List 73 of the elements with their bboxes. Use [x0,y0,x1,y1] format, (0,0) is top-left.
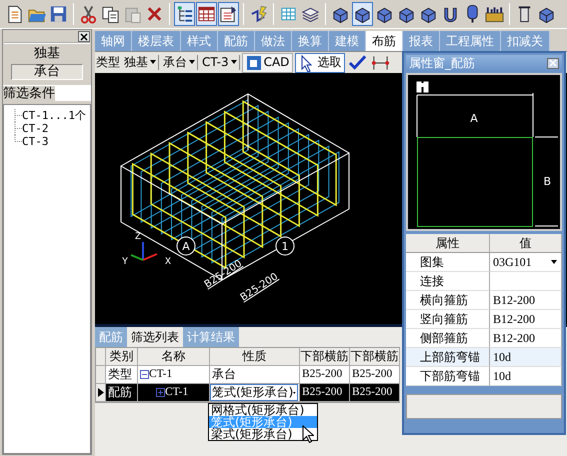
column-header: 名称 [138,348,210,366]
close-button[interactable] [78,31,90,42]
property-name: 图集 [406,253,490,272]
row-header[interactable] [96,384,106,402]
axis-label: X [165,257,172,268]
dropdown-arrow-icon [551,260,557,264]
combo-box[interactable]: 承台 [161,55,198,70]
collapse-icon[interactable] [140,370,149,379]
toolbar-button[interactable]: CAD [242,52,294,72]
copy-icon [101,4,120,24]
grid-marker: 1 [276,236,294,256]
dropdown-arrow-icon [230,60,237,64]
toolbar-button[interactable] [352,2,373,26]
tree-item[interactable]: CT-3 [22,134,48,148]
property-name: 上部筋弯锚 [406,348,490,367]
toolbar-button[interactable] [174,2,195,26]
column-header: 值 [490,234,562,253]
lightning-icon [249,4,268,24]
dropdown-arrow-icon [189,60,195,64]
toolbar-button[interactable] [196,2,217,26]
axis-indicator-drawing [130,242,158,261]
select-field[interactable]: 03G101 [490,253,562,272]
expand-icon[interactable] [156,388,165,397]
table-icon [197,4,216,24]
property-value[interactable]: B12-200 [490,310,562,329]
type-label: 类型 [96,55,120,70]
property-value[interactable]: 10d [490,348,562,367]
table-cell: 配筋 [106,384,138,402]
column-header: 下部横筋 [300,348,350,366]
axis-label: Y [122,257,128,268]
save-icon [49,4,68,24]
window-title: 属性窗_配筋 [409,56,475,70]
combo-box[interactable]: CT-3 [200,55,240,70]
property-value[interactable]: B12-200 [490,291,562,310]
close-icon [549,59,557,67]
column-header: 下部横筋 [350,348,400,366]
column-header: 类别 [106,348,138,366]
scissors-icon [79,4,98,24]
tab[interactable]: 布筋 [366,31,403,51]
property-name: 下部筋弯锚 [406,367,490,386]
filter-label: 筛选条件 [3,86,55,102]
table-cell: CT-1 [165,386,188,400]
filter-field[interactable] [55,86,91,102]
dropdown-arrow-icon [293,390,296,394]
axis-label: Z [135,232,142,243]
combo-box[interactable]: 笼式(矩形承台) [210,384,298,401]
dimension-label: A [470,112,478,125]
tree-icon [175,4,194,24]
property-name: 竖向箍筋 [406,310,490,329]
check-icon [348,52,368,72]
column-header: 性质 [210,348,300,366]
table-cell: CT-1 [149,368,172,382]
type-option[interactable]: 承台 [11,64,83,80]
toolbar-button[interactable] [218,2,239,26]
property-name: 连接 [406,272,490,291]
form-icon [219,4,238,24]
toolbar-button[interactable]: 选取 [295,52,346,72]
grid-marker: A [176,236,196,256]
table-cell: B25-200 [300,384,350,402]
row-indicator-icon [98,388,104,397]
property-name: 横向箍筋 [406,291,490,310]
corner-cell [96,348,106,366]
column-header: 属性 [406,234,490,253]
close-icon [80,32,88,40]
table-cell: B25-200 [350,384,400,402]
dropdown-arrow-icon [150,60,156,64]
type-option[interactable]: 独基 [11,46,83,62]
tree-item[interactable]: CT-2 [22,122,48,135]
property-value[interactable]: 10d [490,367,562,386]
cad-icon [246,54,262,72]
combo-box[interactable]: 独基 [122,55,159,70]
tree-item[interactable]: CT-1...1个 [22,108,86,122]
dimension-label: B [543,175,551,188]
